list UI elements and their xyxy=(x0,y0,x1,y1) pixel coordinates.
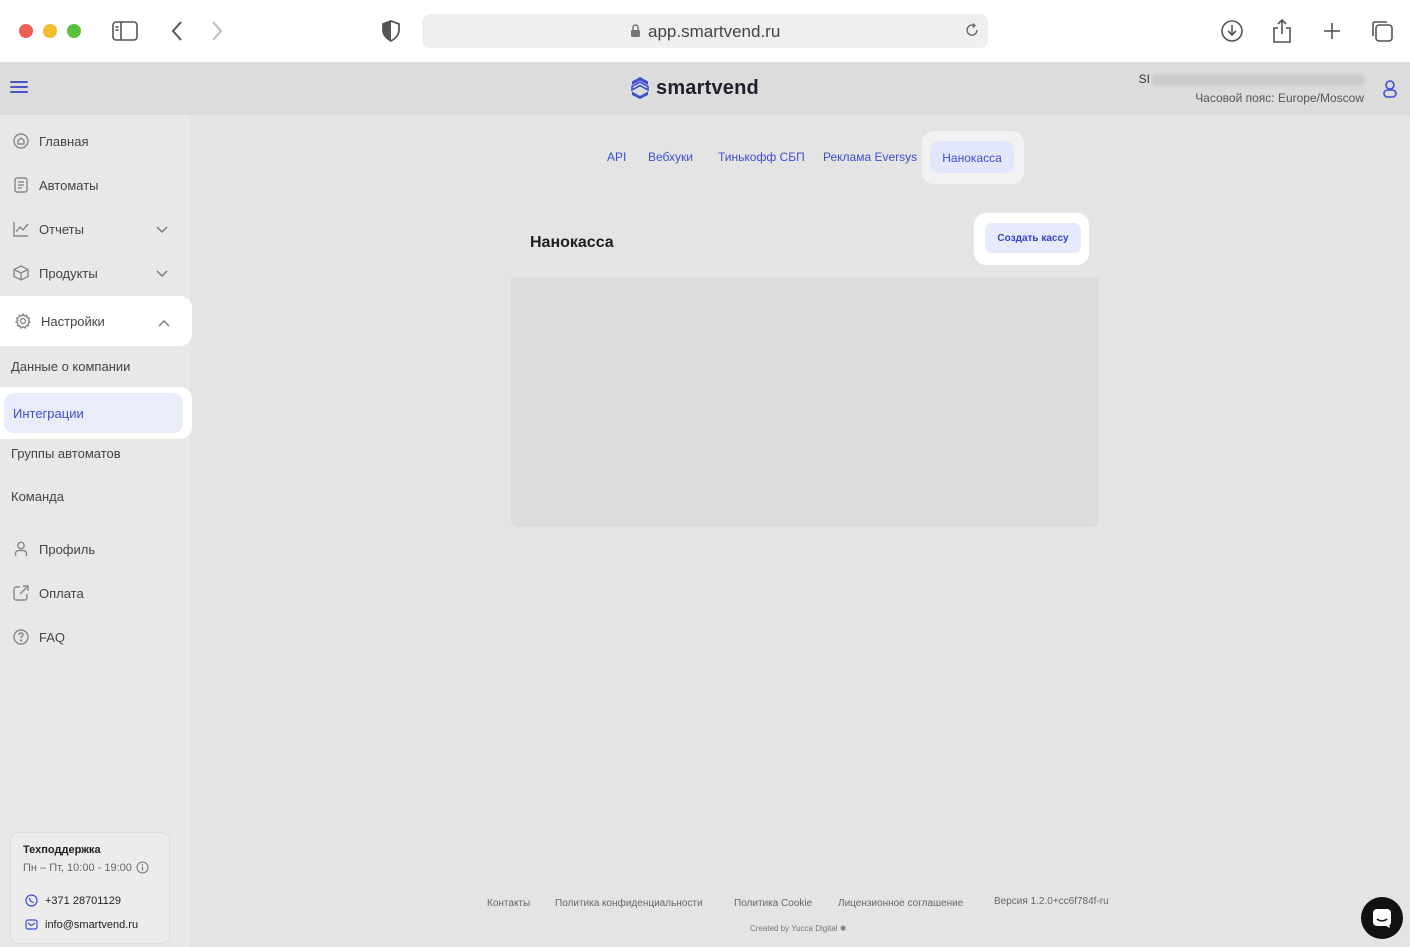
support-hours: Пн – Пт, 10:00 - 19:00 xyxy=(23,861,169,874)
sidebar-subitem-team[interactable]: Команда xyxy=(11,489,64,504)
sidebar-item-label: Оплата xyxy=(39,585,84,601)
sidebar-item-label: Отчеты xyxy=(39,221,84,237)
home-icon xyxy=(12,132,30,150)
maximize-window-button[interactable] xyxy=(67,24,81,38)
footer-privacy-link[interactable]: Политика конфиденциальности xyxy=(555,898,703,909)
chat-button[interactable] xyxy=(1361,897,1403,939)
logo-mark-icon xyxy=(631,77,649,99)
chart-icon xyxy=(12,220,30,238)
timezone-label: Часовой пояс: Europe/Moscow xyxy=(1195,91,1364,105)
user-icon[interactable] xyxy=(1382,79,1398,104)
tab-webhooks[interactable]: Вебхуки xyxy=(648,150,693,164)
gear-icon xyxy=(14,312,32,330)
support-phone-text: +371 28701129 xyxy=(45,894,121,907)
sidebar-subitem-integrations[interactable]: Интеграции xyxy=(4,393,183,433)
footer-cookie-link[interactable]: Политика Cookie xyxy=(734,898,812,909)
nanokassa-card: Нанокасса Создать кассу xyxy=(511,205,1099,527)
chevron-up-icon[interactable] xyxy=(158,315,170,330)
user-name-blurred xyxy=(1152,73,1364,86)
sidebar-subitem-integrations-highlight: Интеграции xyxy=(0,387,192,439)
chevron-down-icon[interactable] xyxy=(156,222,168,237)
support-email[interactable]: info@smartvend.ru xyxy=(25,918,138,931)
back-icon[interactable] xyxy=(162,16,192,46)
card-title: Нанокасса xyxy=(530,234,614,251)
document-icon xyxy=(12,176,30,194)
sidebar-item-profile[interactable]: Профиль xyxy=(0,529,190,569)
user-name-prefix: SI xyxy=(1138,72,1150,86)
logo[interactable]: smartvend xyxy=(630,76,759,100)
create-cashbox-button[interactable]: Создать кассу xyxy=(985,223,1081,253)
download-icon[interactable] xyxy=(1217,16,1247,46)
sidebar-toggle-icon[interactable] xyxy=(110,16,140,46)
browser-toolbar: app.smartvend.ru xyxy=(0,0,1410,63)
address-bar[interactable]: app.smartvend.ru xyxy=(422,14,988,48)
tab-api[interactable]: API xyxy=(607,150,626,164)
support-email-text: info@smartvend.ru xyxy=(45,918,139,931)
whatsapp-icon xyxy=(25,894,38,907)
shield-icon[interactable] xyxy=(376,16,406,46)
asterisk-icon: ✱ xyxy=(839,924,847,933)
sidebar-subitem-machine-groups[interactable]: Группы автоматов xyxy=(11,446,121,461)
menu-icon[interactable] xyxy=(10,81,28,95)
info-icon[interactable] xyxy=(136,861,149,874)
sidebar-item-products[interactable]: Продукты xyxy=(0,253,190,293)
support-card: Техподдержка Пн – Пт, 10:00 - 19:00 +371… xyxy=(10,832,170,944)
chevron-down-icon[interactable] xyxy=(156,266,168,281)
user-icon xyxy=(12,540,30,558)
footer-credit-text: Created by Yucca Digital xyxy=(750,924,838,933)
question-icon xyxy=(12,628,30,646)
new-tab-icon[interactable] xyxy=(1317,16,1347,46)
create-button-highlight: Создать кассу xyxy=(974,213,1089,265)
sidebar-item-label: Настройки xyxy=(41,313,105,329)
sidebar-item-settings[interactable]: Настройки xyxy=(0,296,192,346)
sidebar-item-machines[interactable]: Автоматы xyxy=(0,165,190,205)
tab-tinkoff-sbp[interactable]: Тинькофф СБП xyxy=(718,150,805,164)
sidebar-item-label: Продукты xyxy=(39,265,98,281)
sidebar-item-reports[interactable]: Отчеты xyxy=(0,209,190,249)
sidebar-item-label: Профиль xyxy=(39,541,96,557)
minimize-window-button[interactable] xyxy=(43,24,57,38)
support-title: Техподдержка xyxy=(23,844,101,856)
chat-icon xyxy=(1373,909,1391,928)
sidebar: Главная Автоматы Отчеты Продукты Настрой… xyxy=(0,115,192,947)
share-icon[interactable] xyxy=(1267,16,1297,46)
footer-license-link[interactable]: Лицензионное соглашение xyxy=(838,898,963,909)
sidebar-item-home[interactable]: Главная xyxy=(0,121,190,161)
sidebar-item-label: Главная xyxy=(39,133,89,149)
footer-version: Версия 1.2.0+cc6f784f-ru xyxy=(994,896,1109,907)
url-text: app.smartvend.ru xyxy=(648,22,781,41)
sidebar-item-label: Автоматы xyxy=(39,177,99,193)
sidebar-subitem-company[interactable]: Данные о компании xyxy=(11,359,130,374)
mail-icon xyxy=(25,919,38,930)
lock-icon xyxy=(630,24,641,43)
forward-icon[interactable] xyxy=(202,16,232,46)
close-window-button[interactable] xyxy=(19,24,33,38)
card-header: Нанокасса Создать кассу xyxy=(511,205,1099,278)
tab-eversys-ads[interactable]: Реклама Eversys xyxy=(823,150,917,164)
external-link-icon xyxy=(12,584,30,602)
app-header: smartvend SI Часовой пояс: Europe/Moscow xyxy=(0,63,1410,115)
box-icon xyxy=(12,264,30,282)
footer-credit[interactable]: Created by Yucca Digital ✱ xyxy=(750,924,846,933)
sidebar-item-label: FAQ xyxy=(39,629,66,645)
logo-text: smartvend xyxy=(656,76,759,99)
footer-contacts-link[interactable]: Контакты xyxy=(487,898,530,909)
support-phone[interactable]: +371 28701129 xyxy=(25,894,121,907)
sidebar-item-faq[interactable]: FAQ xyxy=(0,617,190,657)
tab-overview-icon[interactable] xyxy=(1367,16,1397,46)
tab-nanokassa[interactable]: Нанокасса xyxy=(930,141,1014,173)
tab-nanokassa-highlight: Нанокасса xyxy=(922,131,1024,184)
user-name: SI xyxy=(1139,72,1364,86)
sidebar-item-payment[interactable]: Оплата xyxy=(0,573,190,613)
support-hours-text: Пн – Пт, 10:00 - 19:00 xyxy=(23,861,132,874)
reload-icon[interactable] xyxy=(964,22,980,43)
